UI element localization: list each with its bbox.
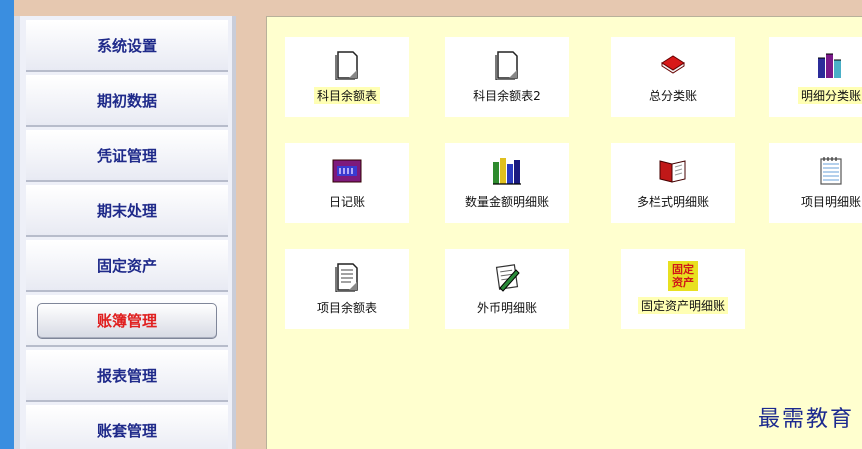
tile-account-balance-2[interactable]: 科目余额表2 (445, 37, 569, 117)
purple-book-icon (331, 155, 363, 187)
text-document-icon (331, 261, 363, 293)
tile-label: 日记账 (328, 195, 365, 209)
sidebar-item-opening-data[interactable]: 期初数据 (26, 75, 228, 127)
left-edge-bar (0, 0, 14, 449)
notepad-pen-icon (491, 261, 523, 293)
lined-notepad-icon (815, 155, 847, 187)
tile-fixed-asset-ledger[interactable]: 固定 资产 固定资产明细账 (621, 249, 745, 329)
colored-books-icon (491, 155, 523, 187)
sidebar-item-label: 期末处理 (96, 202, 157, 220)
book-stack-icon (815, 49, 847, 81)
watermark: 最需教育 (757, 407, 854, 432)
sidebar-item-voucher-management[interactable]: 凭证管理 (26, 130, 228, 182)
tile-account-balance[interactable]: 科目余额表 (285, 37, 409, 117)
tile-foreign-currency-ledger[interactable]: 外币明细账 (445, 249, 569, 329)
sidebar-item-fixed-assets[interactable]: 固定资产 (26, 240, 228, 292)
fixed-asset-icon: 固定 资产 (668, 261, 698, 291)
tile-label: 多栏式明细账 (636, 195, 709, 209)
blank-document-icon (491, 49, 523, 81)
sidebar-item-label: 期初数据 (96, 92, 157, 110)
tile-label: 项目余额表 (316, 301, 377, 315)
sidebar-item-account-set-management[interactable]: 账套管理 (26, 405, 228, 449)
sidebar-item-report-management[interactable]: 报表管理 (26, 350, 228, 402)
tile-journal[interactable]: 日记账 (285, 143, 409, 223)
title-strip (0, 0, 862, 16)
tile-label: 固定资产明细账 (637, 297, 728, 314)
sidebar-item-label: 固定资产 (96, 257, 157, 275)
sidebar-item-ledger-management[interactable]: 账簿管理 (26, 295, 228, 347)
ledger-panel: 科目余额表 科目余额表2 总分类账 明细分类账 日记账 数量金额明细账 多栏式明… (266, 16, 862, 449)
tile-label: 项目明细账 (800, 195, 861, 209)
tile-project-balance[interactable]: 项目余额表 (285, 249, 409, 329)
sidebar-item-system-settings[interactable]: 系统设置 (26, 20, 228, 72)
tile-label: 数量金额明细账 (464, 195, 549, 209)
blank-document-icon (331, 49, 363, 81)
tile-label: 科目余额表 (313, 87, 380, 104)
tile-label: 外币明细账 (476, 301, 537, 315)
sidebar-item-label: 凭证管理 (96, 147, 157, 165)
red-book-icon (657, 49, 689, 81)
tile-multi-column-ledger[interactable]: 多栏式明细账 (611, 143, 735, 223)
sidebar: 系统设置 期初数据 凭证管理 期末处理 固定资产 账簿管理 报表管理 账套管理 (14, 16, 236, 449)
sidebar-item-label: 系统设置 (96, 37, 157, 55)
tile-project-detail-ledger[interactable]: 项目明细账 (769, 143, 862, 223)
tile-label: 科目余额表2 (473, 89, 541, 103)
sidebar-item-period-end[interactable]: 期末处理 (26, 185, 228, 237)
fixed-asset-icon-text: 固定 (672, 263, 694, 276)
tile-quantity-amount-ledger[interactable]: 数量金额明细账 (445, 143, 569, 223)
tile-detail-ledger[interactable]: 明细分类账 (769, 37, 862, 117)
sidebar-item-label: 报表管理 (96, 367, 157, 385)
active-pill[interactable]: 账簿管理 (37, 302, 217, 339)
fixed-asset-icon-text: 资产 (672, 276, 694, 289)
tile-general-ledger[interactable]: 总分类账 (611, 37, 735, 117)
sidebar-item-label: 账套管理 (96, 422, 157, 440)
sidebar-item-label: 账簿管理 (96, 312, 157, 330)
tile-label: 总分类账 (648, 89, 697, 103)
tile-label: 明细分类账 (797, 87, 862, 104)
open-book-icon (657, 155, 689, 187)
